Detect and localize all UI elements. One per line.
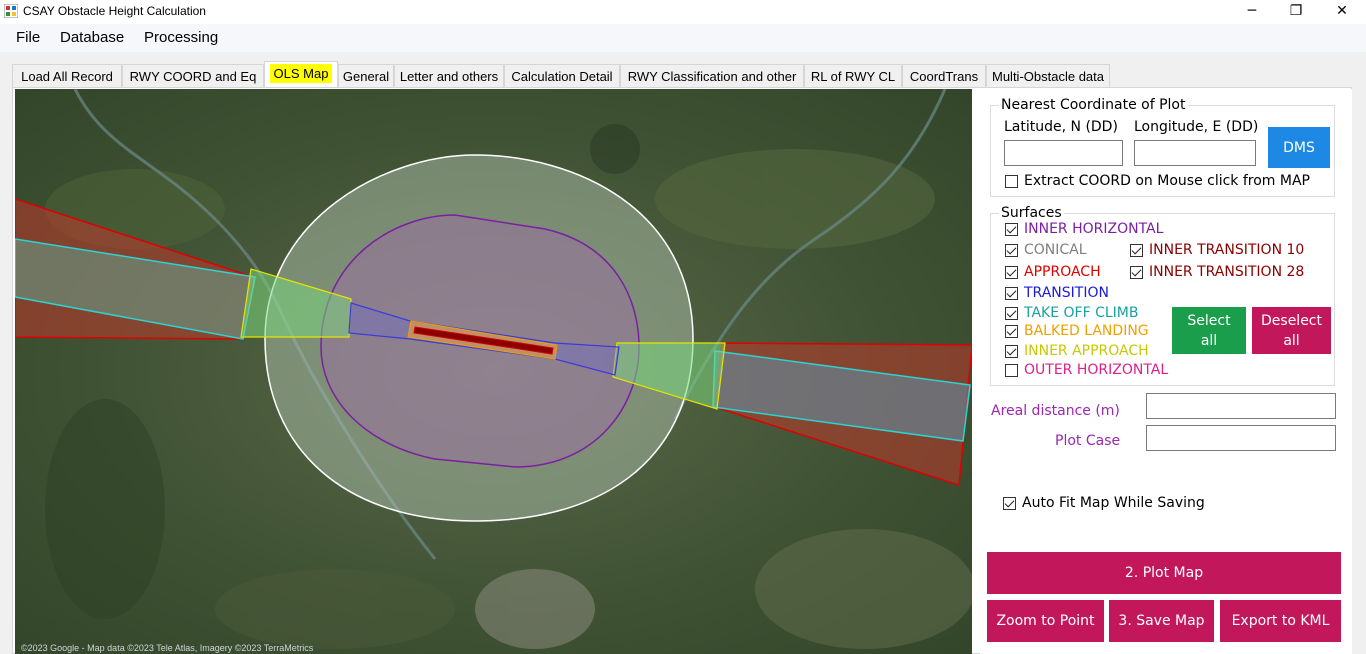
control-panel: Nearest Coordinate of Plot Latitude, N (…	[980, 89, 1352, 654]
chk-conical-label: CONICAL	[1024, 242, 1087, 258]
save-map-button[interactable]: 3. Save Map	[1109, 600, 1214, 642]
chk-transition[interactable]: TRANSITION	[1005, 285, 1109, 301]
export-kml-button[interactable]: Export to KML	[1220, 600, 1341, 642]
chk-outer-horizontal[interactable]: OUTER HORIZONTAL	[1005, 362, 1168, 378]
map-view[interactable]: ©2023 Google - Map data ©2023 Tele Atlas…	[15, 89, 972, 654]
chk-approach[interactable]: APPROACH	[1005, 264, 1101, 280]
tab-letter-and-others[interactable]: Letter and others	[394, 64, 504, 87]
tab-rwy-classification[interactable]: RWY Classification and other	[620, 64, 804, 87]
menu-bar: File Database Processing	[0, 24, 1366, 52]
nearest-coord-title: Nearest Coordinate of Plot	[999, 97, 1188, 113]
menu-file[interactable]: File	[16, 29, 40, 46]
chk-inner-horizontal-box[interactable]	[1005, 222, 1018, 236]
extract-coord-checkbox[interactable]: Extract COORD on Mouse click from MAP	[1005, 173, 1310, 189]
longitude-input[interactable]	[1134, 140, 1256, 166]
select-all-button[interactable]: Select all	[1172, 307, 1246, 354]
chk-inner-approach[interactable]: INNER APPROACH	[1005, 343, 1149, 359]
surfaces-group: Surfaces INNER HORIZONTAL CONICAL INNER …	[990, 205, 1335, 386]
chk-transition-label: TRANSITION	[1024, 285, 1109, 301]
menu-processing[interactable]: Processing	[144, 29, 218, 46]
deselect-all-button[interactable]: Deselect all	[1252, 307, 1331, 354]
tab-ols-map[interactable]: OLS Map	[264, 61, 338, 87]
app-window: CSAY Obstacle Height Calculation ─ ❐ ✕ F…	[0, 0, 1366, 654]
chk-take-off-climb[interactable]: TAKE OFF CLIMB	[1005, 305, 1138, 321]
map-canvas[interactable]: ©2023 Google - Map data ©2023 Tele Atlas…	[15, 89, 972, 654]
chk-approach-label: APPROACH	[1024, 264, 1101, 280]
chk-inner-transition-10[interactable]: INNER TRANSITION 10	[1130, 242, 1304, 258]
nearest-coord-group: Nearest Coordinate of Plot Latitude, N (…	[990, 97, 1335, 197]
longitude-label: Longitude, E (DD)	[1134, 119, 1259, 135]
tab-rl-of-rwy-cl[interactable]: RL of RWY CL	[804, 64, 902, 87]
dms-button[interactable]: DMS	[1268, 127, 1330, 168]
plot-map-button[interactable]: 2. Plot Map	[987, 552, 1341, 594]
title-bar: CSAY Obstacle Height Calculation ─ ❐ ✕	[0, 0, 1366, 24]
chk-take-off-climb-label: TAKE OFF CLIMB	[1024, 305, 1139, 321]
app-icon	[4, 4, 18, 18]
chk-outer-horizontal-label: OUTER HORIZONTAL	[1024, 362, 1169, 378]
auto-fit-box[interactable]	[1003, 496, 1016, 510]
tab-load-all-record[interactable]: Load All Record	[12, 64, 122, 87]
areal-distance-input[interactable]	[1146, 393, 1336, 419]
chk-inner-approach-label: INNER APPROACH	[1024, 343, 1149, 359]
chk-inner-transition-28-label: INNER TRANSITION 28	[1149, 264, 1305, 280]
chk-transition-box[interactable]	[1005, 286, 1018, 300]
deselect-all-label: Deselect all	[1261, 312, 1322, 349]
tab-general[interactable]: General	[338, 64, 394, 87]
window-title: CSAY Obstacle Height Calculation	[23, 4, 206, 18]
chk-inner-approach-box[interactable]	[1005, 344, 1018, 358]
tab-multi-obstacle-data[interactable]: Multi-Obstacle data	[986, 64, 1110, 87]
tab-rwy-coord[interactable]: RWY COORD and Eq	[122, 64, 264, 87]
chk-approach-box[interactable]	[1005, 265, 1018, 279]
extract-coord-box[interactable]	[1005, 174, 1018, 188]
chk-inner-transition-28[interactable]: INNER TRANSITION 28	[1130, 264, 1304, 280]
chk-balked-landing-box[interactable]	[1005, 324, 1018, 338]
surfaces-title: Surfaces	[999, 205, 1064, 221]
auto-fit-checkbox[interactable]: Auto Fit Map While Saving	[1003, 495, 1205, 511]
close-button[interactable]: ✕	[1319, 0, 1365, 24]
chk-balked-landing-label: BALKED LANDING	[1024, 323, 1149, 339]
areal-distance-label: Areal distance (m)	[991, 403, 1120, 419]
tab-calculation-detail[interactable]: Calculation Detail	[504, 64, 620, 87]
map-copyright: ©2023 Google - Map data ©2023 Tele Atlas…	[21, 643, 314, 653]
chk-inner-horizontal-label: INNER HORIZONTAL	[1024, 221, 1164, 237]
chk-inner-horizontal[interactable]: INNER HORIZONTAL	[1005, 221, 1163, 237]
plot-case-label: Plot Case	[1055, 433, 1121, 449]
chk-balked-landing[interactable]: BALKED LANDING	[1005, 323, 1149, 339]
chk-inner-transition-10-box[interactable]	[1130, 243, 1143, 257]
auto-fit-label: Auto Fit Map While Saving	[1022, 495, 1205, 511]
extract-coord-label: Extract COORD on Mouse click from MAP	[1024, 173, 1310, 189]
chk-conical[interactable]: CONICAL	[1005, 242, 1087, 258]
minimize-button[interactable]: ─	[1229, 0, 1275, 24]
zoom-to-point-button[interactable]: Zoom to Point	[987, 600, 1104, 642]
chk-inner-transition-10-label: INNER TRANSITION 10	[1149, 242, 1305, 258]
chk-inner-transition-28-box[interactable]	[1130, 265, 1143, 279]
tab-coordtrans[interactable]: CoordTrans	[902, 64, 986, 87]
chk-conical-box[interactable]	[1005, 243, 1018, 257]
maximize-button[interactable]: ❐	[1273, 0, 1319, 24]
latitude-label: Latitude, N (DD)	[1004, 119, 1118, 135]
latitude-input[interactable]	[1004, 140, 1123, 166]
select-all-label: Select all	[1187, 312, 1231, 349]
menu-database[interactable]: Database	[60, 29, 124, 46]
tab-strip: Load All Record RWY COORD and Eq OLS Map…	[12, 61, 1112, 88]
chk-outer-horizontal-box[interactable]	[1005, 363, 1018, 377]
plot-case-input[interactable]	[1146, 425, 1336, 451]
chk-take-off-climb-box[interactable]	[1005, 306, 1018, 320]
